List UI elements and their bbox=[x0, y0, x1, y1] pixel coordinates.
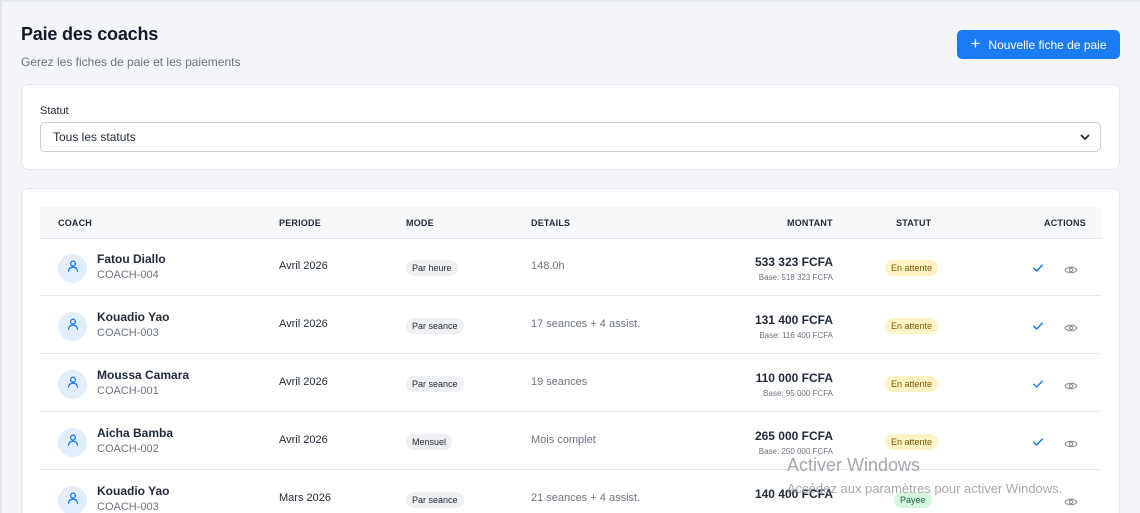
payslip-table-card: COACH PERIODE MODE DETAILS MONTANT STATU… bbox=[21, 188, 1120, 513]
eye-icon[interactable] bbox=[1064, 494, 1078, 512]
check-icon[interactable] bbox=[1032, 435, 1044, 453]
eye-icon[interactable] bbox=[1064, 378, 1078, 396]
column-header-periode[interactable]: PERIODE bbox=[279, 218, 321, 228]
periode-cell: Avril 2026 bbox=[279, 318, 328, 330]
window-left-edge bbox=[0, 0, 2, 513]
base-amount: Base: 250 000 FCFA bbox=[758, 447, 833, 456]
mode-badge: Mensuel bbox=[406, 434, 453, 450]
check-icon[interactable] bbox=[1032, 377, 1044, 395]
column-header-montant[interactable]: MONTANT bbox=[787, 218, 833, 228]
column-header-details[interactable]: DETAILS bbox=[531, 218, 570, 228]
details-cell: 17 seances + 4 assist. bbox=[531, 318, 641, 330]
check-icon[interactable] bbox=[1032, 261, 1044, 279]
details-cell: 148.0h bbox=[531, 260, 565, 272]
column-header-statut[interactable]: STATUT bbox=[896, 218, 931, 228]
user-icon bbox=[66, 375, 80, 394]
avatar bbox=[58, 370, 87, 399]
details-cell: 19 seances bbox=[531, 376, 588, 388]
status-badge: En attente bbox=[885, 376, 939, 392]
new-payslip-button-label: Nouvelle fiche de paie bbox=[988, 37, 1107, 52]
window-top-edge bbox=[0, 0, 1140, 2]
coach-name: Moussa Camara bbox=[97, 368, 190, 382]
page-subtitle: Gerez les fiches de paie et les paiement… bbox=[21, 55, 241, 69]
status-filter-select[interactable]: Tous les statuts bbox=[40, 122, 1101, 152]
status-filter-value: Tous les statuts bbox=[53, 130, 136, 144]
status-badge: En attente bbox=[885, 260, 939, 276]
periode-cell: Avril 2026 bbox=[279, 260, 328, 272]
coach-code: COACH-001 bbox=[97, 385, 159, 397]
montant-cell: 533 323 FCFA bbox=[754, 255, 833, 269]
eye-icon[interactable] bbox=[1064, 436, 1078, 454]
coach-code: COACH-003 bbox=[97, 501, 159, 513]
user-icon bbox=[66, 317, 80, 336]
mode-badge: Par seance bbox=[406, 376, 464, 392]
status-badge: Payee bbox=[894, 492, 932, 508]
table-row[interactable]: Fatou Diallo COACH-004 Avril 2026 Par he… bbox=[40, 238, 1101, 296]
mode-badge: Par seance bbox=[406, 492, 464, 508]
status-badge: En attente bbox=[885, 318, 939, 334]
details-cell: Mois complet bbox=[531, 434, 596, 446]
status-filter-label: Statut bbox=[40, 105, 69, 117]
avatar bbox=[58, 428, 87, 457]
base-amount: Base: 518 323 FCFA bbox=[758, 273, 833, 282]
montant-cell: 265 000 FCFA bbox=[754, 429, 833, 443]
periode-cell: Avril 2026 bbox=[279, 376, 328, 388]
coach-name: Aicha Bamba bbox=[97, 426, 174, 440]
table-row[interactable]: Kouadio Yao COACH-003 Avril 2026 Par sea… bbox=[40, 296, 1101, 354]
coach-name: Kouadio Yao bbox=[97, 310, 170, 324]
user-icon bbox=[66, 433, 80, 452]
details-cell: 21 seances + 4 assist. bbox=[531, 492, 641, 504]
table-row[interactable]: Kouadio Yao COACH-003 Mars 2026 Par sean… bbox=[40, 470, 1101, 513]
coach-code: COACH-004 bbox=[97, 269, 159, 281]
mode-badge: Par seance bbox=[406, 318, 464, 334]
column-header-mode[interactable]: MODE bbox=[406, 218, 434, 228]
check-icon[interactable] bbox=[1032, 319, 1044, 337]
eye-icon[interactable] bbox=[1064, 262, 1078, 280]
chevron-down-icon bbox=[1079, 131, 1091, 146]
coach-code: COACH-002 bbox=[97, 443, 159, 455]
base-amount: Base: 95 000 FCFA bbox=[763, 389, 833, 398]
mode-badge: Par heure bbox=[406, 260, 458, 276]
coach-code: COACH-003 bbox=[97, 327, 159, 339]
page-header: Paie des coachs Gerez les fiches de paie… bbox=[21, 24, 240, 69]
page-title: Paie des coachs bbox=[21, 24, 159, 44]
new-payslip-button[interactable]: + Nouvelle fiche de paie bbox=[957, 30, 1120, 59]
periode-cell: Mars 2026 bbox=[279, 492, 331, 504]
coach-name: Fatou Diallo bbox=[97, 252, 166, 266]
status-badge: En attente bbox=[885, 434, 939, 450]
plus-icon: + bbox=[970, 34, 981, 53]
avatar bbox=[58, 486, 87, 513]
user-icon bbox=[66, 259, 80, 278]
base-amount: Base: 116 400 FCFA bbox=[759, 331, 833, 340]
table-row[interactable]: Moussa Camara COACH-001 Avril 2026 Par s… bbox=[40, 354, 1101, 412]
montant-cell: 140 400 FCFA bbox=[754, 487, 833, 501]
column-header-actions: ACTIONS bbox=[1044, 218, 1086, 228]
table-header: COACH PERIODE MODE DETAILS MONTANT STATU… bbox=[40, 207, 1101, 239]
column-header-coach[interactable]: COACH bbox=[58, 218, 92, 228]
avatar bbox=[58, 254, 87, 283]
eye-icon[interactable] bbox=[1064, 320, 1078, 338]
montant-cell: 110 000 FCFA bbox=[755, 371, 833, 385]
table-row[interactable]: Aicha Bamba COACH-002 Avril 2026 Mensuel… bbox=[40, 412, 1101, 470]
filter-card: Statut Tous les statuts bbox=[21, 84, 1120, 170]
user-icon bbox=[66, 491, 80, 510]
avatar bbox=[58, 312, 87, 341]
coach-name: Kouadio Yao bbox=[97, 484, 170, 498]
montant-cell: 131 400 FCFA bbox=[754, 313, 833, 327]
periode-cell: Avril 2026 bbox=[279, 434, 328, 446]
